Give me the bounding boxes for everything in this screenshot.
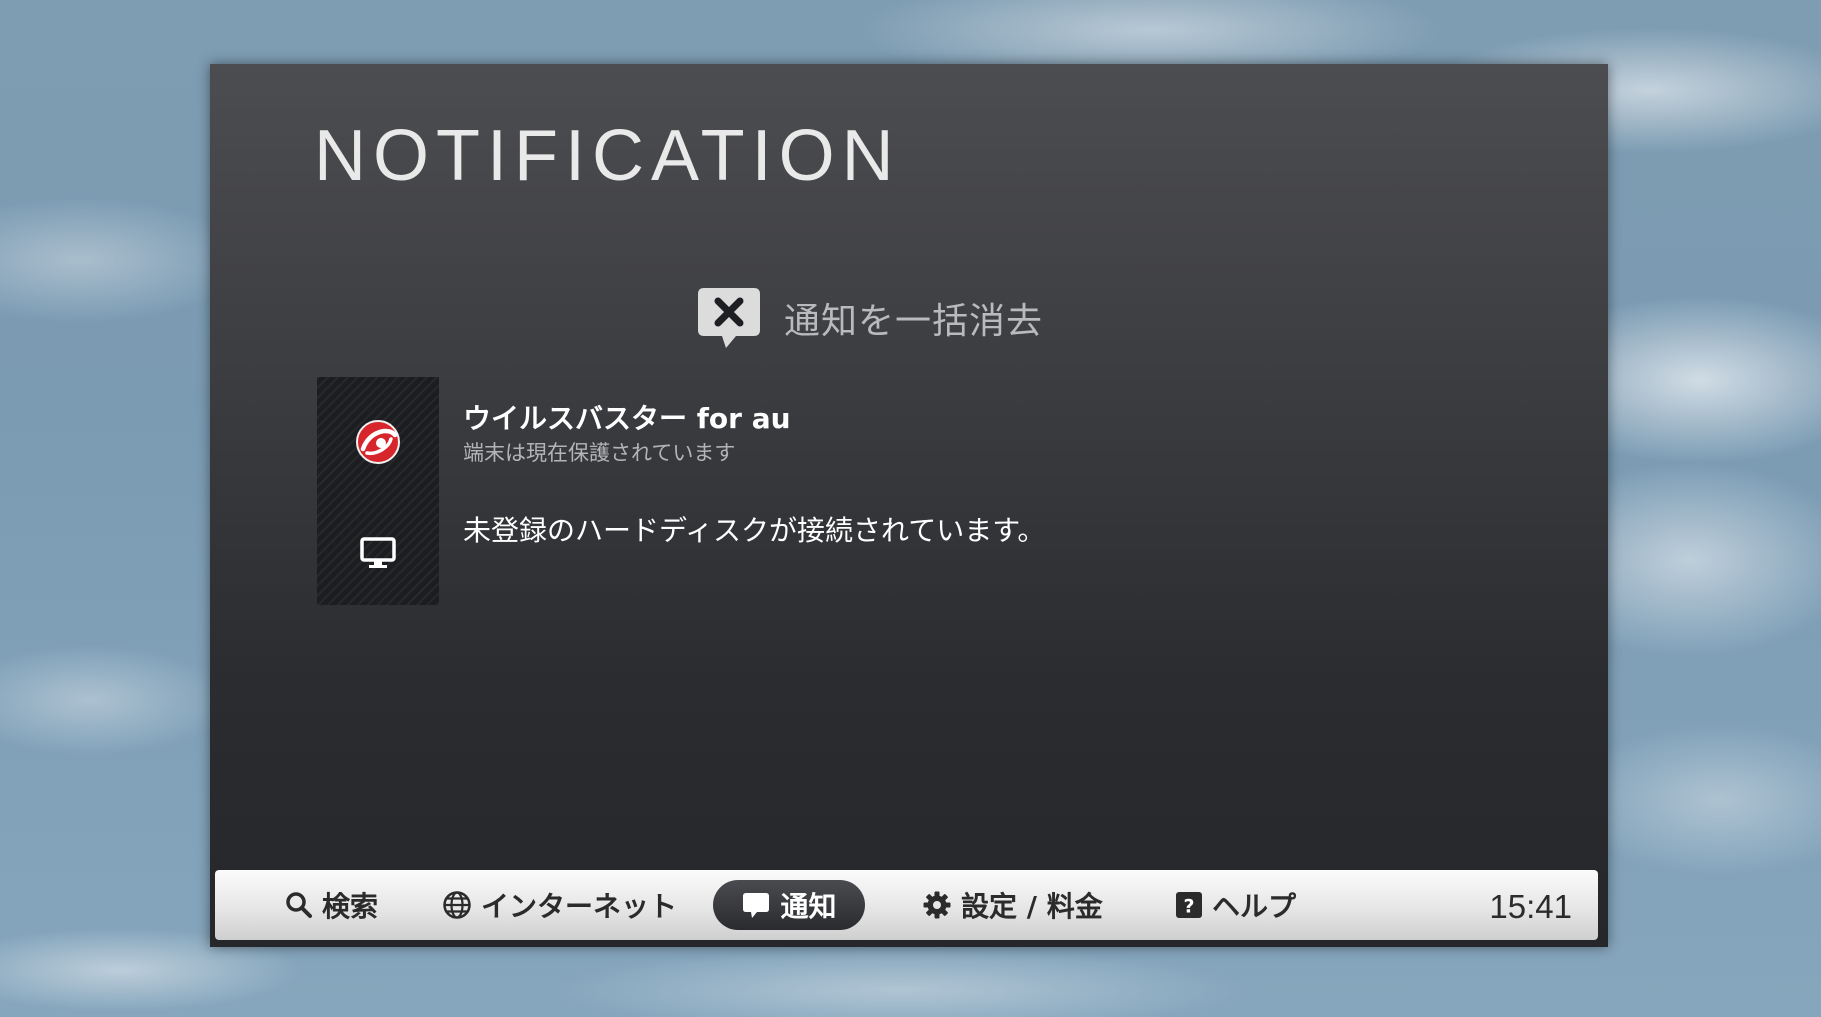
nav-item-notifications[interactable]: 通知	[713, 880, 865, 930]
tv-screen: NOTIFICATION 通知を一括消去 ウイルスバスター for au 端末は…	[0, 0, 1821, 1017]
nav-label: 設定 / 料金	[961, 890, 1103, 923]
virus-buster-logo-icon	[356, 420, 400, 464]
clear-all-button[interactable]: 通知を一括消去	[696, 286, 1043, 350]
notification-panel: NOTIFICATION 通知を一括消去 ウイルスバスター for au 端末は…	[210, 64, 1608, 947]
notification-item-hard-disk[interactable]: 未登録のハードディスクが接続されています。	[463, 514, 1045, 548]
notification-title: ウイルスバスター for au	[463, 402, 791, 435]
help-icon: ?	[1176, 892, 1202, 918]
notification-title: 未登録のハードディスクが接続されています。	[463, 514, 1046, 547]
nav-item-help[interactable]: ? ヘルプ	[1175, 880, 1296, 930]
nav-label: ヘルプ	[1212, 890, 1297, 923]
nav-item-settings[interactable]: 設定 / 料金	[922, 880, 1103, 930]
notification-subtitle: 端末は現在保護されています	[463, 440, 736, 465]
clear-all-label: 通知を一括消去	[784, 301, 1044, 342]
nav-item-search[interactable]: 検索	[285, 880, 378, 930]
notification-item-virus-buster[interactable]: ウイルスバスター for au 端末は現在保護されています	[463, 402, 791, 467]
nav-label: インターネット	[481, 890, 678, 923]
search-icon	[286, 892, 312, 918]
page-title: NOTIFICATION	[314, 116, 901, 196]
svg-text:?: ?	[1183, 896, 1194, 918]
globe-icon	[443, 891, 471, 919]
nav-label: 検索	[322, 890, 379, 923]
gear-icon	[923, 891, 951, 919]
nav-label: 通知	[780, 890, 837, 923]
nav-item-internet[interactable]: インターネット	[442, 880, 677, 930]
notification-icons-column	[317, 377, 439, 605]
monitor-icon	[360, 537, 396, 568]
clock: 15:41	[1489, 888, 1572, 925]
bottom-nav-bar: 検索 インターネット 通知 設定 / 料金 ? ヘルプ 15:41	[215, 870, 1598, 940]
close-bubble-icon	[698, 288, 760, 348]
speech-bubble-icon	[743, 893, 770, 918]
